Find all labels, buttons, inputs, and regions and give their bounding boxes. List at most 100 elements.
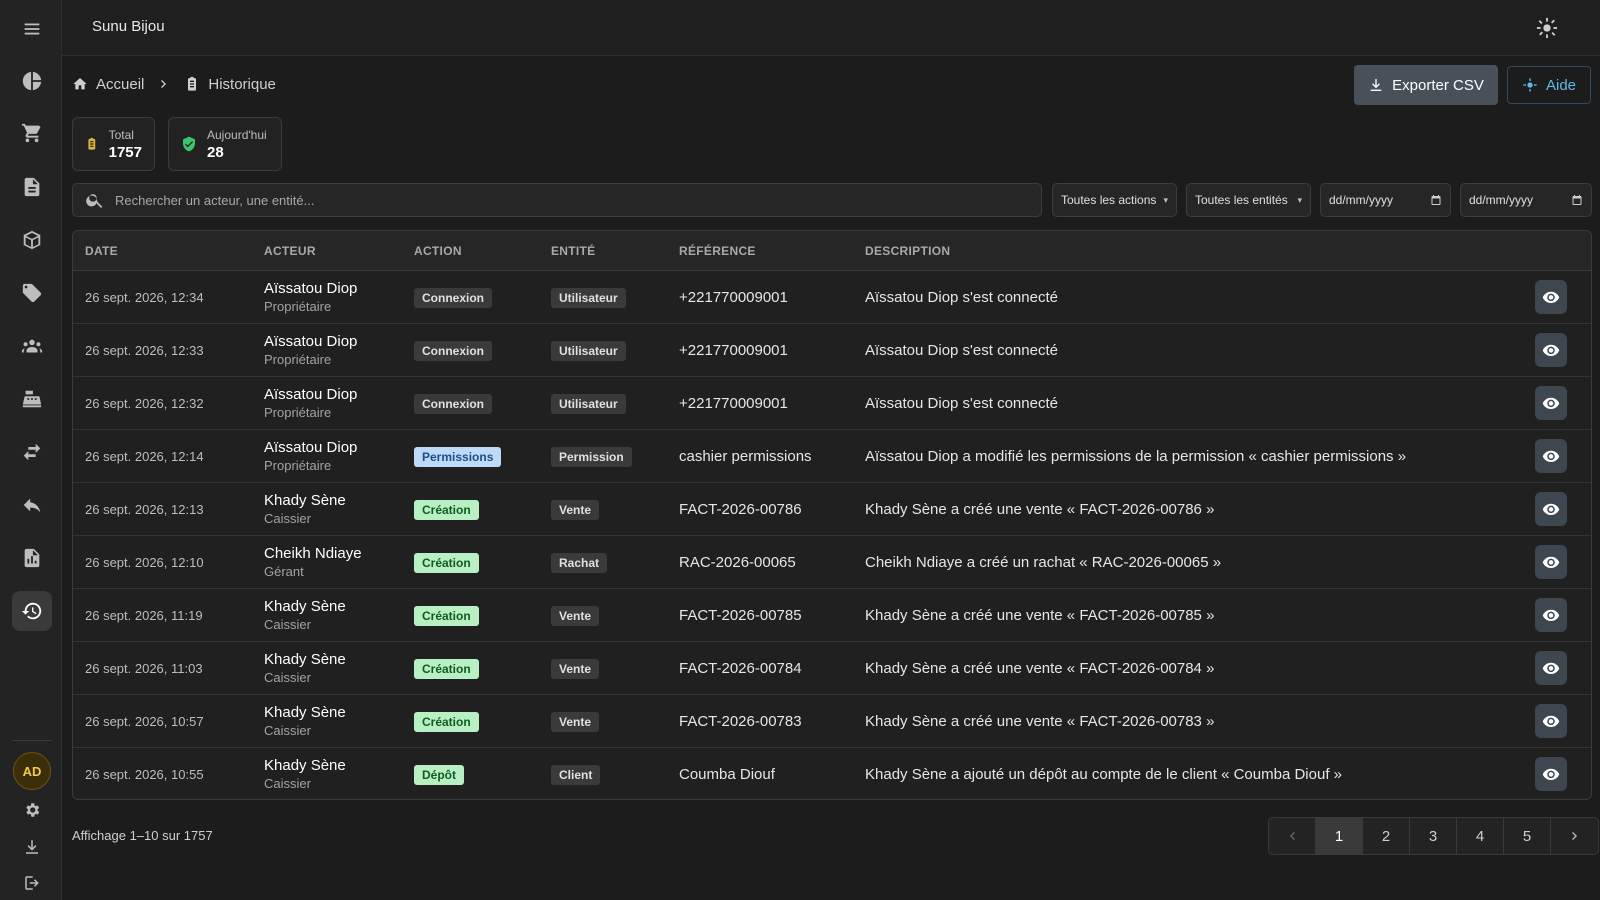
entity-badge: Permission (551, 447, 632, 467)
row-entity: Vente (551, 659, 600, 679)
row-reference: +221770009001 (679, 289, 788, 306)
cash-register-icon[interactable] (12, 379, 52, 419)
action-badge: Connexion (414, 288, 492, 308)
column-header-description[interactable]: DESCRIPTION (865, 244, 950, 258)
row-action: Création (414, 659, 479, 679)
tag-icon[interactable] (12, 273, 52, 313)
entity-badge: Vente (551, 500, 600, 520)
view-details-button[interactable] (1535, 386, 1567, 420)
actor-name: Aïssatou Diop (264, 386, 358, 403)
table-row[interactable]: 26 sept. 2026, 12:10 Cheikh Ndiaye Gérant C… (73, 536, 1591, 589)
row-reference: FACT-2026-00783 (679, 713, 802, 730)
page-button[interactable]: 2 (1363, 818, 1410, 854)
clipboard-icon (88, 137, 96, 150)
row-description: Khady Sène a ajouté un dépôt au compte d… (865, 766, 1342, 783)
view-details-button[interactable] (1535, 598, 1567, 632)
row-date: 26 sept. 2026, 11:03 (85, 661, 203, 676)
row-reference: +221770009001 (679, 395, 788, 412)
actor-name: Khady Sène (264, 704, 346, 721)
date-from-placeholder: dd/mm/yyyy (1329, 193, 1394, 207)
entity-filter-value: Toutes les entités (1195, 193, 1288, 207)
entity-filter-select[interactable]: Toutes les entités ▾ (1186, 183, 1311, 217)
help-button[interactable]: Aide (1507, 66, 1591, 104)
page-button[interactable]: 5 (1504, 818, 1551, 854)
column-header-reference[interactable]: RÉFÉRENCE (679, 244, 756, 258)
search-input[interactable] (115, 192, 1015, 208)
row-action: Création (414, 500, 479, 520)
table-row[interactable]: 26 sept. 2026, 10:55 Khady Sène Caissier Dé… (73, 748, 1591, 799)
actor-name: Khady Sène (264, 757, 346, 774)
row-date: 26 sept. 2026, 12:34 (85, 290, 204, 305)
column-header-entity[interactable]: ENTITÉ (551, 244, 595, 258)
view-details-button[interactable] (1535, 757, 1567, 791)
export-csv-button[interactable]: Exporter CSV (1354, 65, 1498, 105)
breadcrumb-home[interactable]: Accueil (72, 76, 144, 93)
actor-name: Aïssatou Diop (264, 280, 358, 297)
history-icon[interactable] (12, 591, 52, 631)
table-row[interactable]: 26 sept. 2026, 12:13 Khady Sène Caissier Cr… (73, 483, 1591, 536)
table-row[interactable]: 26 sept. 2026, 12:14 Aïssatou Diop Proprié… (73, 430, 1591, 483)
table-row[interactable]: 26 sept. 2026, 12:32 Aïssatou Diop Proprié… (73, 377, 1591, 430)
row-description: Aïssatou Diop s'est connecté (865, 289, 1058, 306)
cart-icon[interactable] (12, 113, 52, 153)
view-details-button[interactable] (1535, 280, 1567, 314)
row-action: Permissions (414, 447, 502, 467)
row-entity: Vente (551, 712, 600, 732)
document-icon[interactable] (12, 167, 52, 207)
table-row[interactable]: 26 sept. 2026, 12:34 Aïssatou Diop Proprié… (73, 271, 1591, 324)
menu-icon[interactable] (12, 9, 52, 49)
row-date: 26 sept. 2026, 12:14 (85, 449, 204, 464)
chevron-left-icon (1290, 832, 1295, 840)
previous-page-button[interactable] (1269, 818, 1316, 854)
column-header-action[interactable]: ACTION (414, 244, 462, 258)
download-icon[interactable] (20, 835, 44, 859)
row-reference: Coumba Diouf (679, 766, 775, 783)
shield-check-icon (183, 136, 195, 152)
settings-gear-icon[interactable] (20, 798, 44, 822)
action-filter-select[interactable]: Toutes les actions ▾ (1052, 183, 1177, 217)
row-actor: Aïssatou Diop Propriétaire (264, 439, 357, 473)
column-header-actor[interactable]: ACTEUR (264, 244, 316, 258)
sidebar: AD (0, 0, 62, 900)
avatar[interactable]: AD (13, 752, 51, 790)
view-details-button[interactable] (1535, 704, 1567, 738)
view-details-button[interactable] (1535, 492, 1567, 526)
actor-name: Aïssatou Diop (264, 439, 358, 456)
row-action: Connexion (414, 394, 492, 414)
row-action: Connexion (414, 288, 492, 308)
row-actor: Aïssatou Diop Propriétaire (264, 280, 357, 314)
stat-total-label: Total (108, 127, 134, 142)
column-header-date[interactable]: DATE (85, 244, 118, 258)
table-row[interactable]: 26 sept. 2026, 12:33 Aïssatou Diop Proprié… (73, 324, 1591, 377)
next-page-button[interactable] (1551, 818, 1598, 854)
page-button[interactable]: 4 (1457, 818, 1504, 854)
table-row[interactable]: 26 sept. 2026, 11:03 Khady Sène Caissier Cr… (73, 642, 1591, 695)
view-details-button[interactable] (1535, 439, 1567, 473)
return-arrow-icon[interactable] (12, 485, 52, 525)
calendar-icon[interactable] (1571, 194, 1583, 206)
report-chart-icon[interactable] (12, 538, 52, 578)
entity-badge: Client (551, 765, 601, 785)
date-to-input[interactable]: dd/mm/yyyy (1460, 183, 1592, 217)
page-button[interactable]: 3 (1410, 818, 1457, 854)
chevron-right-icon (1571, 832, 1577, 840)
view-details-button[interactable] (1535, 545, 1567, 579)
view-details-button[interactable] (1535, 333, 1567, 367)
table-row[interactable]: 26 sept. 2026, 10:57 Khady Sène Caissier Cr… (73, 695, 1591, 748)
table-row[interactable]: 26 sept. 2026, 11:19 Khady Sène Caissier Cr… (73, 589, 1591, 642)
box-icon[interactable] (12, 220, 52, 260)
dashboard-pie-icon[interactable] (12, 61, 52, 101)
row-actor: Cheikh Ndiaye Gérant (264, 545, 362, 579)
users-group-icon[interactable] (12, 327, 52, 367)
page-button[interactable]: 1 (1316, 818, 1363, 854)
transfer-arrows-icon[interactable] (12, 432, 52, 472)
theme-toggle-sun-icon[interactable] (1536, 17, 1558, 39)
stat-total-value: 1757 (108, 143, 142, 161)
stat-today: Aujourd'hui 28 (168, 117, 282, 171)
view-details-button[interactable] (1535, 651, 1567, 685)
row-action: Dépôt (414, 765, 464, 785)
date-from-input[interactable]: dd/mm/yyyy (1320, 183, 1451, 217)
logout-icon[interactable] (20, 871, 44, 895)
row-date: 26 sept. 2026, 12:33 (85, 343, 204, 358)
calendar-icon[interactable] (1430, 194, 1442, 206)
